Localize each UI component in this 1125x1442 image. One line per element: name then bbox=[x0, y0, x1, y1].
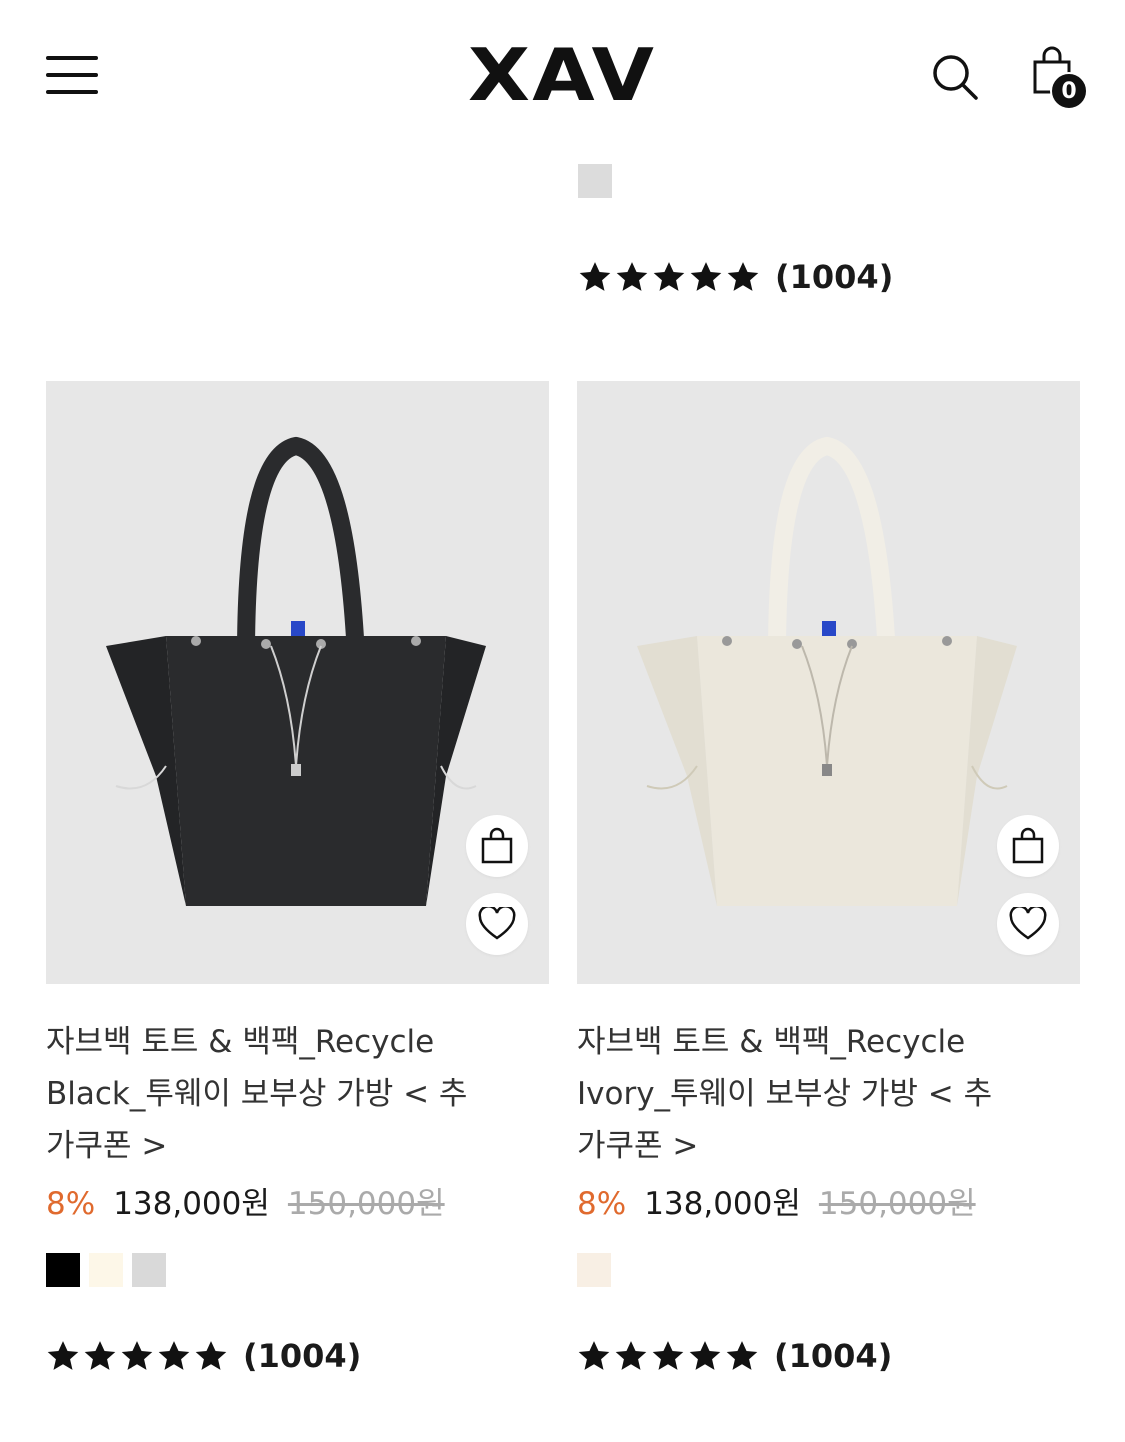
price-row: 8% 138,000원 150,000원 bbox=[577, 1178, 1080, 1223]
star-icon bbox=[653, 262, 685, 291]
star-icon bbox=[121, 1341, 153, 1370]
product-title[interactable]: 자브백 토트 & 백팩_Recycle Black_투웨이 보부상 가방 < 추… bbox=[46, 1016, 486, 1172]
add-to-cart-button[interactable] bbox=[466, 815, 528, 877]
star-icon bbox=[689, 1341, 721, 1370]
sale-price: 138,000원 bbox=[113, 1186, 270, 1222]
review-count: (1004) bbox=[775, 258, 894, 296]
top-product-swatches bbox=[578, 164, 616, 202]
cart-count-badge: 0 bbox=[1050, 72, 1088, 110]
star-icon bbox=[652, 1341, 684, 1370]
product-rating: (1004) bbox=[46, 1337, 549, 1375]
star-icon bbox=[47, 1341, 79, 1370]
discount-rate: 8% bbox=[577, 1186, 627, 1222]
price-row: 8% 138,000원 150,000원 bbox=[46, 1178, 549, 1223]
heart-icon bbox=[1009, 907, 1047, 940]
star-icon bbox=[579, 262, 611, 291]
original-price: 150,000원 bbox=[287, 1186, 445, 1222]
star-icon bbox=[578, 1341, 610, 1370]
cart-button[interactable]: 0 bbox=[1032, 46, 1092, 116]
star-icon bbox=[195, 1341, 227, 1370]
top-product-rating: (1004) bbox=[578, 258, 893, 296]
product-title[interactable]: 자브백 토트 & 백팩_Recycle Ivory_투웨이 보부상 가방 < 추… bbox=[577, 1016, 1017, 1172]
menu-icon[interactable] bbox=[46, 56, 100, 96]
product-rating: (1004) bbox=[577, 1337, 1080, 1375]
shopping-bag-icon bbox=[1012, 827, 1044, 864]
star-icon bbox=[615, 1341, 647, 1370]
product-card[interactable]: 자브백 토트 & 백팩_Recycle Black_투웨이 보부상 가방 < 추… bbox=[46, 381, 549, 1375]
star-icon bbox=[726, 1341, 758, 1370]
star-icon bbox=[690, 262, 722, 291]
color-swatch-ivory[interactable] bbox=[89, 1253, 124, 1287]
color-swatch[interactable] bbox=[578, 164, 612, 198]
sale-price: 138,000원 bbox=[644, 1186, 801, 1222]
star-icon bbox=[84, 1341, 116, 1370]
original-price: 150,000원 bbox=[818, 1186, 976, 1222]
bag-illustration bbox=[637, 436, 1017, 906]
star-icon bbox=[616, 262, 648, 291]
color-swatch-gray[interactable] bbox=[132, 1253, 167, 1287]
color-swatch-black[interactable] bbox=[46, 1253, 80, 1287]
product-image[interactable] bbox=[46, 381, 549, 984]
color-swatches bbox=[577, 1253, 1080, 1291]
review-count: (1004) bbox=[774, 1337, 893, 1375]
star-icon bbox=[727, 262, 759, 291]
star-icon bbox=[158, 1341, 190, 1370]
discount-rate: 8% bbox=[46, 1186, 96, 1222]
logo[interactable]: XAV bbox=[439, 30, 685, 120]
color-swatches bbox=[46, 1253, 549, 1291]
wishlist-button[interactable] bbox=[997, 893, 1059, 955]
search-icon[interactable] bbox=[930, 52, 980, 102]
heart-icon bbox=[478, 907, 516, 940]
bag-illustration bbox=[106, 436, 486, 906]
add-to-cart-button[interactable] bbox=[997, 815, 1059, 877]
review-count: (1004) bbox=[243, 1337, 362, 1375]
product-image[interactable] bbox=[577, 381, 1080, 984]
product-card[interactable]: 자브백 토트 & 백팩_Recycle Ivory_투웨이 보부상 가방 < 추… bbox=[577, 381, 1080, 1375]
wishlist-button[interactable] bbox=[466, 893, 528, 955]
header: XAV 0 bbox=[0, 0, 1125, 150]
shopping-bag-icon bbox=[481, 827, 513, 864]
color-swatch-ivory[interactable] bbox=[577, 1253, 611, 1287]
